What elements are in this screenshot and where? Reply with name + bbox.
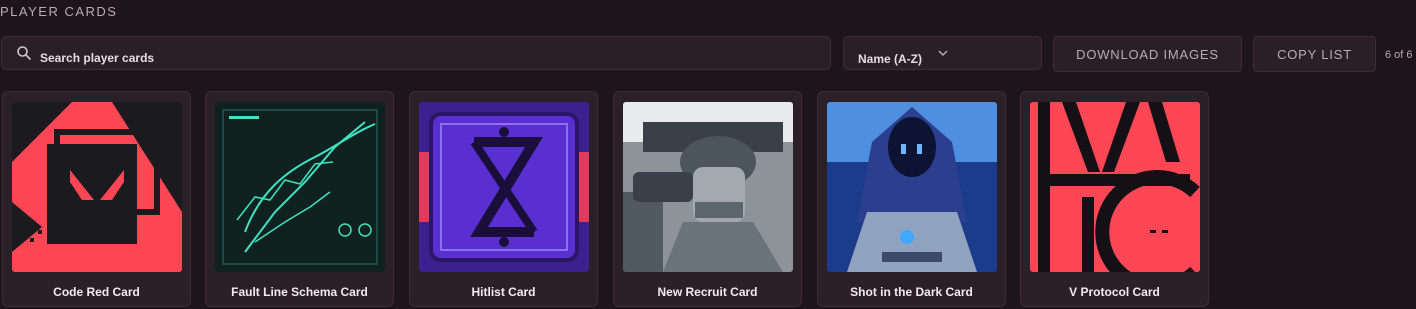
search-input[interactable]: Search player cards <box>1 36 831 70</box>
search-placeholder: Search player cards <box>40 51 155 65</box>
player-card[interactable]: Code Red Card <box>2 91 191 307</box>
player-cards-page: PLAYER CARDS Search player cards Name (A… <box>0 0 1416 309</box>
card-name: Shot in the Dark Card <box>850 285 973 299</box>
player-card[interactable]: Shot in the Dark Card <box>817 91 1006 307</box>
card-image-shot-in-the-dark <box>827 102 997 272</box>
chevron-down-icon <box>938 50 948 57</box>
player-card[interactable]: Hitlist Card <box>409 91 598 307</box>
sort-dropdown[interactable]: Name (A-Z) <box>843 36 1042 70</box>
card-image-v-protocol <box>1030 102 1200 272</box>
card-image-hitlist <box>419 102 589 272</box>
card-name: Fault Line Schema Card <box>231 285 368 299</box>
card-name: Code Red Card <box>53 285 140 299</box>
toolbar: Search player cards Name (A-Z) DOWNLOAD … <box>0 36 1416 72</box>
card-name: Hitlist Card <box>471 285 536 299</box>
player-card[interactable]: New Recruit Card <box>613 91 802 307</box>
copy-list-button[interactable]: COPY LIST <box>1253 36 1376 72</box>
download-images-button[interactable]: DOWNLOAD IMAGES <box>1053 36 1242 72</box>
player-card[interactable]: V Protocol Card <box>1020 91 1209 307</box>
search-icon <box>17 46 31 60</box>
card-name: V Protocol Card <box>1069 285 1160 299</box>
card-image-new-recruit <box>623 102 793 272</box>
sort-selected-value: Name (A-Z) <box>858 52 923 66</box>
card-image-fault-line-schema <box>215 102 385 272</box>
player-card[interactable]: Fault Line Schema Card <box>205 91 394 307</box>
card-image-code-red <box>12 102 182 272</box>
section-title: PLAYER CARDS <box>0 4 118 19</box>
results-count: 6 of 6 <box>1385 49 1413 61</box>
card-name: New Recruit Card <box>657 285 758 299</box>
